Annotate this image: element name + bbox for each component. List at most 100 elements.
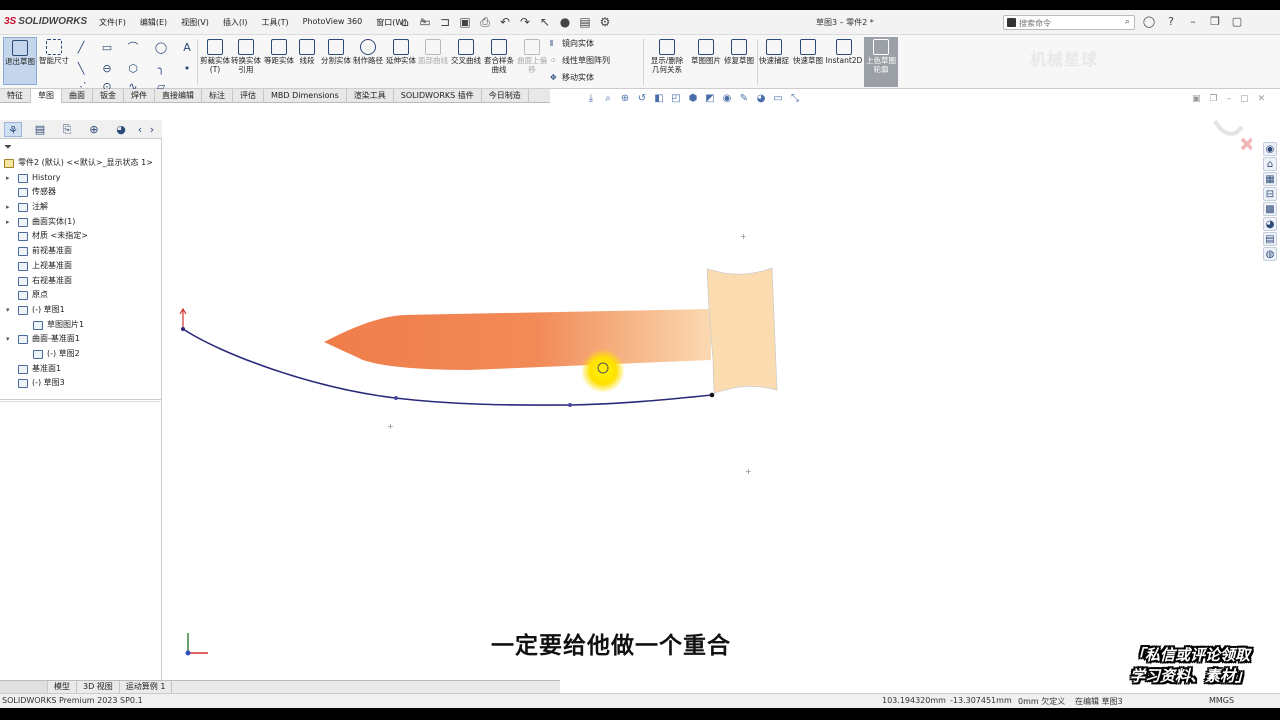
spline-endpoint[interactable] <box>709 392 715 398</box>
viewport-minimize-icon[interactable]: – <box>1227 94 1232 104</box>
tree-item[interactable]: ▸ 注解 <box>0 200 160 215</box>
viewport-maximize-icon[interactable]: ▢ <box>1240 94 1249 104</box>
spline-point[interactable] <box>568 403 572 407</box>
file-properties-icon[interactable]: ▤ <box>578 15 592 29</box>
face-curves-button[interactable]: 面部曲线 <box>416 37 450 65</box>
menu-tools[interactable]: 工具(T) <box>254 17 295 28</box>
panel-splitter[interactable] <box>0 399 162 402</box>
redo-icon[interactable]: ↷ <box>518 15 532 29</box>
view-orientation-icon[interactable]: ⤓ <box>585 93 597 105</box>
circle-icon[interactable]: ◯ <box>154 42 168 54</box>
tab-scroll-area[interactable] <box>0 681 48 693</box>
menu-view[interactable]: 视图(V) <box>174 17 216 28</box>
restore-icon[interactable]: ❐ <box>1208 14 1222 30</box>
instant2d-button[interactable]: Instant2D <box>825 37 863 65</box>
user-account-icon[interactable]: ◯ <box>1142 14 1156 30</box>
tab-scroll-left-icon[interactable]: ‹ <box>135 122 145 137</box>
tree-filter-icon[interactable]: ⏷ <box>4 142 12 153</box>
expand-arrow-icon[interactable]: ▸ <box>6 200 14 214</box>
menu-photoview[interactable]: PhotoView 360 <box>296 17 370 28</box>
confirm-check-icon[interactable] <box>1213 119 1244 136</box>
tree-item[interactable]: ▾ (-) 草图1 <box>0 303 160 318</box>
graphics-area[interactable]: + + + <box>163 105 1258 685</box>
tab-solidworks-addins[interactable]: SOLIDWORKS 插件 <box>394 89 482 103</box>
tile-icon[interactable]: ▢ <box>1230 14 1244 30</box>
dimxpert-tab-icon[interactable]: ⊕ <box>85 122 103 137</box>
sketch-picture-button[interactable]: 草图图片 <box>689 37 723 65</box>
select-pointer-icon[interactable]: ↖ <box>538 15 552 29</box>
tab-3d-views[interactable]: 3D 视图 <box>77 681 120 693</box>
tree-item[interactable]: ▾ 曲面-基准面1 <box>0 332 160 347</box>
zoom-to-area-icon[interactable]: ⊕ <box>619 93 631 105</box>
expand-arrow-icon[interactable]: ▸ <box>6 215 14 229</box>
tab-evaluate[interactable]: 评估 <box>233 89 264 103</box>
print-icon[interactable]: ⎙ <box>478 15 492 29</box>
sketch-picture-handle[interactable] <box>706 267 778 394</box>
edit-appearance-icon[interactable]: ✎ <box>738 93 750 105</box>
view-settings-icon[interactable]: ▭ <box>772 93 784 105</box>
repair-sketch-button[interactable]: 修复草图 <box>722 37 756 65</box>
tree-item[interactable]: 右视基准面 <box>0 274 160 289</box>
viewport-restore-icon[interactable]: ▣ <box>1192 94 1201 104</box>
feature-tree-tab-icon[interactable]: ⚘ <box>4 122 22 137</box>
spline-point[interactable] <box>394 396 398 400</box>
fit-spline-button[interactable]: 套合样条曲线 <box>482 37 516 74</box>
tree-item[interactable]: 材质 <未指定> <box>0 229 160 244</box>
cancel-x-icon[interactable] <box>1240 137 1252 151</box>
point-icon[interactable]: • <box>180 63 194 75</box>
file-explorer-icon[interactable]: ▦ <box>1263 172 1277 186</box>
design-library-icon[interactable]: ⌂ <box>1263 157 1277 171</box>
minimize-icon[interactable]: – <box>1186 14 1200 30</box>
viewport-close-icon[interactable]: ✕ <box>1258 94 1266 104</box>
tree-item[interactable]: (-) 草图2 <box>0 347 160 362</box>
tab-scroll-right-icon[interactable]: › <box>147 122 157 137</box>
text-icon[interactable]: A <box>180 42 194 54</box>
tab-make-today[interactable]: 今日制造 <box>482 89 529 103</box>
custom-properties-icon[interactable]: ▤ <box>1263 232 1277 246</box>
display-style-icon[interactable]: ◩ <box>704 93 716 105</box>
mirror-entities-button[interactable]: ⫴ 镜向实体 <box>550 38 594 49</box>
split-entities-button[interactable]: 分割实体 <box>319 37 353 65</box>
property-manager-tab-icon[interactable]: ▤ <box>31 122 49 137</box>
tab-sketch[interactable]: 草图 <box>31 89 62 103</box>
trim-entities-button[interactable]: 剪裁实体(T) <box>198 37 232 74</box>
command-search-box[interactable]: ⌕ <box>1003 15 1135 30</box>
configuration-tab-icon[interactable]: ⎘ <box>58 122 76 137</box>
collapse-arrow-icon[interactable]: ⤡ <box>789 93 801 105</box>
tree-item[interactable]: 传感器 <box>0 185 160 200</box>
view-cube-icon[interactable]: ⬢ <box>687 93 699 105</box>
apply-scene-icon[interactable]: ◕ <box>755 93 767 105</box>
intersection-curve-button[interactable]: 交叉曲线 <box>449 37 483 65</box>
rectangle-icon[interactable]: ▭ <box>100 42 114 54</box>
tab-sheet-metal[interactable]: 钣金 <box>93 89 124 103</box>
centerline-icon[interactable]: ╲ <box>74 63 88 75</box>
slot-icon[interactable]: ⊖ <box>100 63 114 75</box>
tab-surfaces[interactable]: 曲面 <box>62 89 93 103</box>
fillet-icon[interactable]: ╮ <box>154 63 168 75</box>
viewport-tile-icon[interactable]: ❐ <box>1210 94 1218 104</box>
undo-icon[interactable]: ↶ <box>498 15 512 29</box>
options-gear-icon[interactable]: ⚙ <box>598 15 612 29</box>
linear-pattern-button[interactable]: ⁘ 线性草图阵列 <box>550 55 610 66</box>
shaded-sketch-contours-button[interactable]: 上色草图轮廓 <box>864 37 898 87</box>
tab-direct-editing[interactable]: 直接编辑 <box>155 89 202 103</box>
tab-markup[interactable]: 标注 <box>202 89 233 103</box>
arc-icon[interactable]: ⌒ <box>126 42 140 54</box>
command-search-input[interactable] <box>1019 17 1119 29</box>
menu-insert[interactable]: 插入(I) <box>216 17 255 28</box>
tree-root-part[interactable]: 零件2 (默认) <<默认>_显示状态 1> <box>0 156 160 171</box>
scenes-icon[interactable]: ◕ <box>1263 217 1277 231</box>
menu-file[interactable]: 文件(F) <box>92 17 133 28</box>
tree-item[interactable]: ▸ History <box>0 171 160 186</box>
tree-item[interactable]: 前视基准面 <box>0 244 160 259</box>
tree-item[interactable]: ▸ 曲面实体(1) <box>0 215 160 230</box>
exit-sketch-button[interactable]: 退出草图 <box>3 37 37 85</box>
tree-item[interactable]: 原点 <box>0 288 160 303</box>
tab-features[interactable]: 特征 <box>0 89 31 103</box>
traffic-light-icon[interactable]: ● <box>558 15 572 29</box>
smart-dimension-button[interactable]: 智能尺寸 <box>37 37 71 65</box>
home-icon[interactable]: ⌂ <box>398 15 412 29</box>
tab-motion-study-1[interactable]: 运动算例 1 <box>120 681 173 693</box>
menu-edit[interactable]: 编辑(E) <box>133 17 174 28</box>
display-delete-relations-button[interactable]: 显示/删除几何关系 <box>648 37 686 74</box>
